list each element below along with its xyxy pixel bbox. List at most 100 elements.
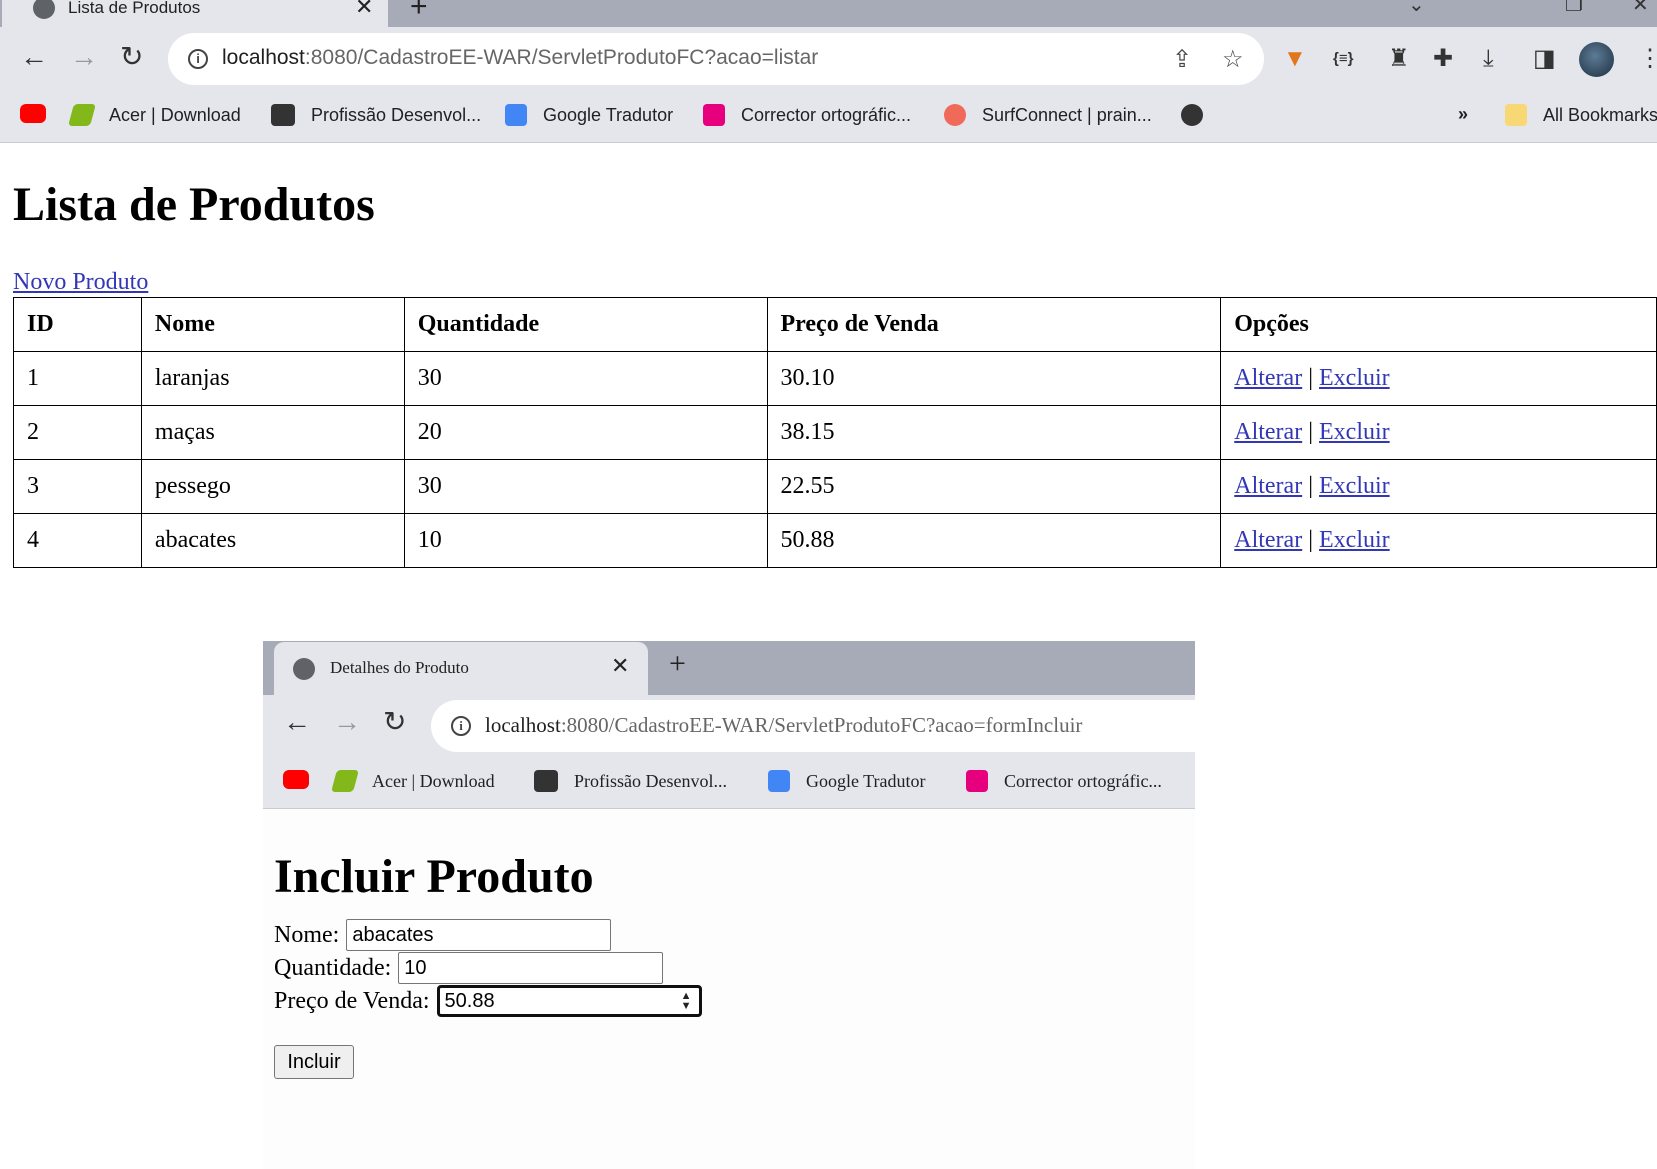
chevron-down-icon[interactable]: ⌄ (1408, 0, 1425, 17)
site-info-icon[interactable]: i (188, 49, 208, 69)
bookmark-google-tradutor[interactable]: Google Tradutor (768, 770, 926, 792)
spinner-icon[interactable]: ▲ ▼ (681, 991, 692, 1012)
side-panel-icon[interactable]: ◨ (1533, 44, 1556, 74)
separator: | (1308, 419, 1314, 445)
incluir-button[interactable]: Incluir (274, 1045, 354, 1079)
back-arrow-icon[interactable]: ← (283, 707, 311, 739)
acer-icon (331, 770, 359, 792)
table-header-row: ID Nome Quantidade Preço de Venda Opções (13, 297, 1657, 352)
cell-id: 4 (13, 513, 142, 568)
alter-link[interactable]: Alterar (1234, 365, 1302, 391)
cell-opcoes: Alterar | Excluir (1220, 513, 1657, 568)
folder-icon (1505, 104, 1527, 126)
json-viewer-icon[interactable]: {≡} (1333, 44, 1353, 74)
bookmarks-bar: Acer | Download Profissão Desenvol... Go… (0, 91, 1657, 143)
alter-link[interactable]: Alterar (1234, 527, 1302, 553)
back-arrow-icon[interactable]: ← (20, 41, 48, 73)
url-text[interactable]: localhost:8080/CadastroEE-WAR/ServletPro… (222, 46, 818, 70)
reload-icon[interactable]: ↻ (120, 41, 143, 73)
bookmark-profissao[interactable]: Profissão Desenvol... (271, 104, 481, 126)
profile-avatar[interactable] (1579, 42, 1614, 77)
close-window-icon[interactable]: ✕ (1632, 0, 1649, 17)
reload-icon[interactable]: ↻ (383, 707, 406, 739)
nome-row: Nome: (274, 919, 612, 951)
tab-lista-produtos[interactable]: Lista de Produtos ✕ (2, 0, 388, 27)
globe-bookmark-icon[interactable] (1181, 104, 1203, 126)
alter-link[interactable]: Alterar (1234, 473, 1302, 499)
youtube-icon[interactable] (283, 770, 309, 789)
new-tab-icon[interactable]: + (410, 0, 428, 24)
youtube-icon[interactable] (20, 104, 46, 123)
bookmark-corrector[interactable]: Corrector ortográfic... (703, 104, 911, 126)
bookmark-surfconnect[interactable]: SurfConnect | prain... (944, 104, 1152, 126)
close-icon[interactable]: ✕ (611, 653, 629, 679)
profissao-icon (534, 770, 558, 792)
more-bookmarks-icon[interactable]: » (1458, 104, 1468, 125)
inset-url-text[interactable]: localhost:8080/CadastroEE-WAR/ServletPro… (485, 713, 1082, 738)
inset-tab-title: Detalhes do Produto (330, 658, 469, 677)
puzzle-icon[interactable]: ✚ (1433, 44, 1453, 74)
forward-arrow-icon[interactable]: → (70, 41, 98, 73)
inset-toolbar: ← → ↻ i localhost:8080/CadastroEE-WAR/Se… (263, 695, 1195, 755)
cell-quantidade: 30 (403, 459, 768, 514)
restore-window-icon[interactable]: ❐ (1565, 0, 1583, 17)
download-icon[interactable]: ⤓ (1483, 44, 1494, 74)
header-preco: Preço de Venda (766, 297, 1222, 352)
forward-arrow-icon[interactable]: → (333, 707, 361, 739)
cell-quantidade: 10 (403, 513, 768, 568)
close-icon[interactable]: ✕ (355, 0, 373, 20)
header-id: ID (13, 297, 142, 352)
page-content: Lista de Produtos Novo Produto ID Nome Q… (0, 143, 1657, 1169)
site-info-icon[interactable]: i (451, 716, 471, 736)
cell-id: 1 (13, 351, 142, 406)
preco-wrapper: ▲▼ (430, 985, 702, 1017)
star-icon[interactable]: ☆ (1222, 45, 1244, 74)
bookmark-corrector[interactable]: Corrector ortográfic... (966, 770, 1162, 792)
metamask-fox-icon[interactable]: ▼ (1283, 44, 1307, 74)
bookmark-acer[interactable]: Acer | Download (68, 104, 241, 126)
table-row: 4 abacates 10 50.88 Alterar | Excluir (13, 513, 1657, 568)
inset-address-bar[interactable]: i localhost:8080/CadastroEE-WAR/ServletP… (431, 700, 1195, 752)
alter-link[interactable]: Alterar (1234, 419, 1302, 445)
quantidade-row: Quantidade: (274, 952, 664, 984)
preco-label: Preço de Venda: (274, 987, 430, 1014)
cell-opcoes: Alterar | Excluir (1220, 459, 1657, 514)
separator: | (1308, 527, 1314, 553)
inset-bookmarks-bar: Acer | Download Profissão Desenvol... Go… (263, 755, 1195, 809)
cell-id: 2 (13, 405, 142, 460)
profissao-icon (271, 104, 295, 126)
cell-preco: 38.15 (766, 405, 1222, 460)
table-row: 1 laranjas 30 30.10 Alterar | Excluir (13, 351, 1657, 406)
quantidade-input[interactable] (398, 952, 664, 984)
page-title: Lista de Produtos (13, 178, 375, 231)
surfconnect-icon (944, 104, 966, 126)
form-title: Incluir Produto (274, 850, 594, 903)
delete-link[interactable]: Excluir (1319, 527, 1390, 553)
new-product-link[interactable]: Novo Produto (13, 269, 148, 296)
more-icon[interactable]: ⋮ (1638, 44, 1657, 74)
robot-icon[interactable]: ♜ (1388, 44, 1410, 74)
delete-link[interactable]: Excluir (1319, 365, 1390, 391)
delete-link[interactable]: Excluir (1319, 419, 1390, 445)
nome-label: Nome: (274, 921, 340, 948)
nome-input[interactable] (346, 919, 612, 951)
bookmark-profissao[interactable]: Profissão Desenvol... (534, 770, 727, 792)
table-row: 3 pessego 30 22.55 Alterar | Excluir (13, 459, 1657, 514)
header-quantidade: Quantidade (403, 297, 768, 352)
cell-preco: 22.55 (766, 459, 1222, 514)
tab-detalhes-produto[interactable]: Detalhes do Produto ✕ (274, 642, 648, 695)
address-bar[interactable]: i localhost:8080/CadastroEE-WAR/ServletP… (168, 33, 1264, 85)
delete-link[interactable]: Excluir (1319, 473, 1390, 499)
bookmark-google-tradutor[interactable]: Google Tradutor (505, 104, 673, 126)
all-bookmarks[interactable]: All Bookmarks (1505, 104, 1657, 126)
new-tab-icon[interactable]: + (669, 647, 686, 681)
cell-quantidade: 30 (403, 351, 768, 406)
header-opcoes: Opções (1220, 297, 1657, 352)
cell-nome: laranjas (140, 351, 405, 406)
tab-strip: Lista de Produtos ✕ + ⌄ ❐ ✕ (0, 0, 1657, 27)
preco-input[interactable] (436, 985, 702, 1017)
cell-id: 3 (13, 459, 142, 514)
bookmark-acer[interactable]: Acer | Download (331, 770, 495, 792)
inset-screenshot-incluir: Detalhes do Produto ✕ + ← → ↻ i localhos… (263, 641, 1195, 1169)
share-icon[interactable]: ⇪ (1172, 45, 1192, 74)
